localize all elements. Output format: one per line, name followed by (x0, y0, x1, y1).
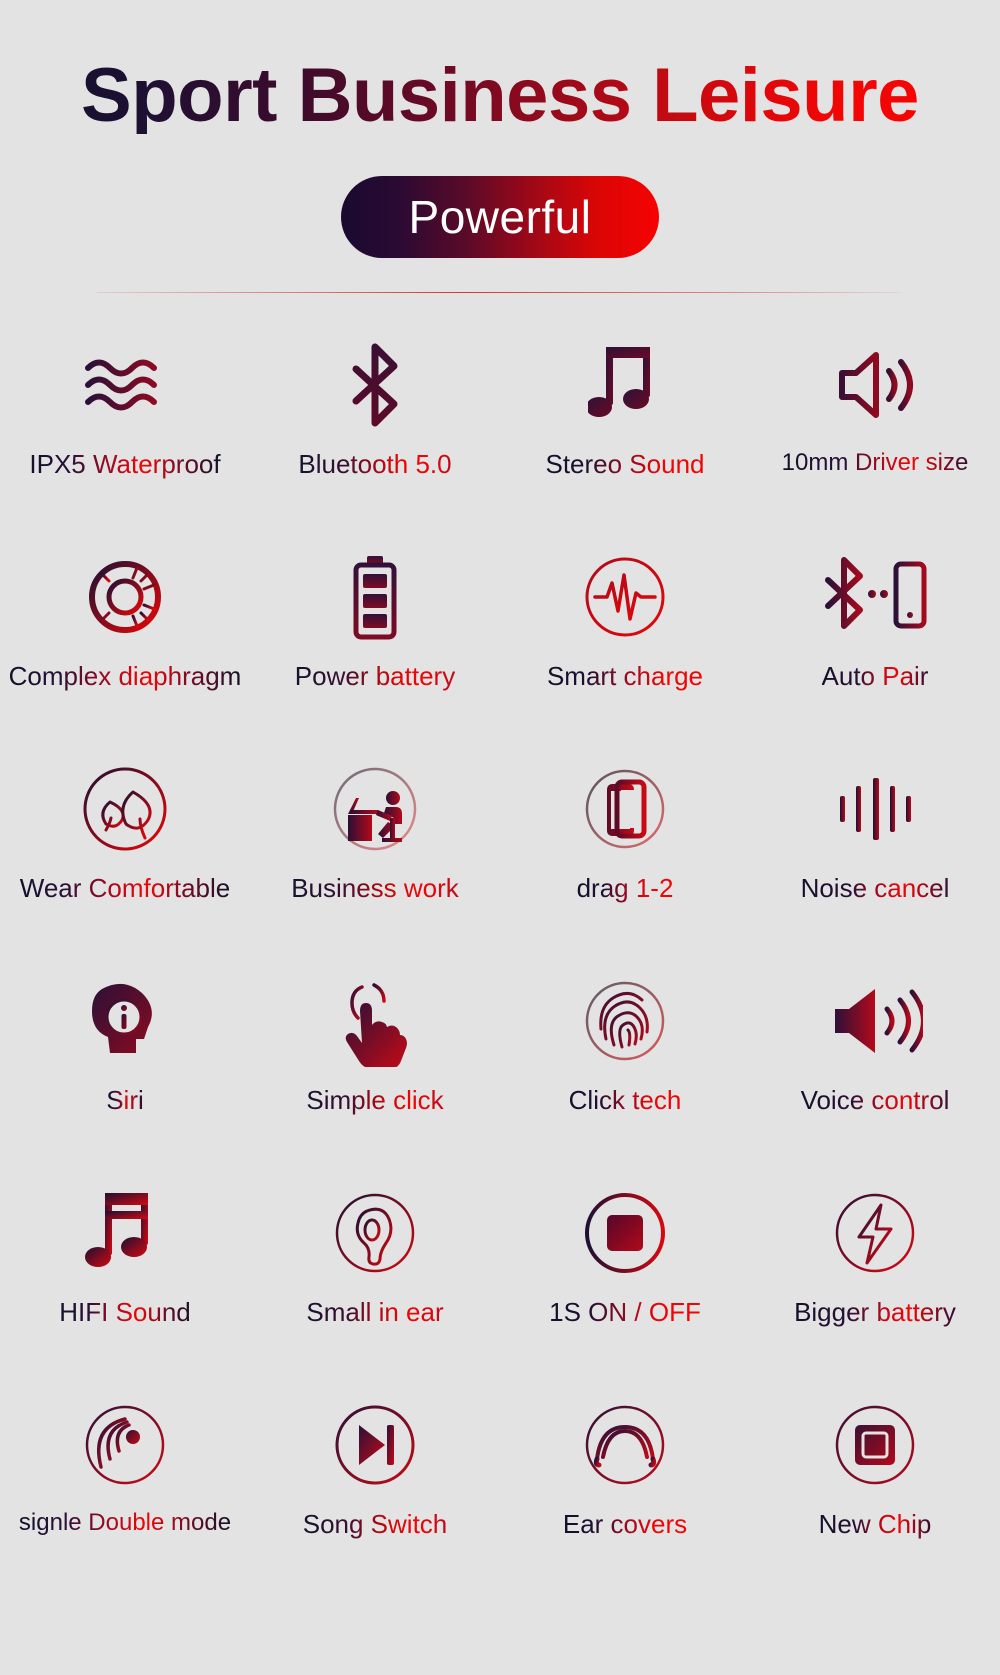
feature-label: Song Switch (302, 1509, 448, 1539)
diaphragm-spiral-icon (82, 545, 168, 649)
pulse-circle-icon (579, 545, 671, 649)
header-divider (97, 292, 903, 293)
feature-item: New Chip (750, 1379, 1000, 1591)
signal-waves-icon (77, 1393, 173, 1497)
feature-item: Power battery (250, 531, 500, 743)
feature-item: Auto Pair (750, 531, 1000, 743)
feature-item: Bigger battery (750, 1167, 1000, 1379)
feature-item: signle Double mode (0, 1379, 250, 1591)
feature-grid: IPX5 Waterproof Bluetooth 5.0 Stereo Sou… (0, 319, 1000, 1591)
feature-label: Ear covers (562, 1509, 688, 1539)
feature-label: Stereo Sound (545, 449, 705, 479)
feature-label: Auto Pair (821, 661, 929, 691)
feature-label: Business work (291, 873, 459, 903)
page-title: Sport Business Leisure (0, 0, 1000, 134)
feature-item: Simple click (250, 955, 500, 1167)
feature-label: Smart charge (546, 661, 704, 691)
feature-label: Simple click (306, 1085, 444, 1115)
fingerprint-icon (577, 969, 673, 1073)
feature-label: Small in ear (306, 1297, 444, 1327)
megaphone-icon (827, 969, 923, 1073)
feature-label: Voice control (800, 1085, 950, 1115)
feature-item: Stereo Sound (500, 319, 750, 531)
battery-icon (347, 545, 403, 649)
sound-bars-icon (832, 757, 918, 861)
feature-label: Noise cancel (800, 873, 950, 903)
bluetooth-phone-icon (820, 545, 930, 649)
feature-item: Siri (0, 955, 250, 1167)
lightning-circle-icon (827, 1181, 923, 1285)
two-phones-icon (576, 757, 674, 861)
feature-item: drag 1-2 (500, 743, 750, 955)
feature-label: 1S ON / OFF (549, 1297, 701, 1327)
feature-item: Ear covers (500, 1379, 750, 1591)
tap-hand-icon (330, 969, 420, 1073)
feature-label: Power battery (294, 661, 456, 691)
powerful-badge: Powerful (341, 176, 659, 258)
feature-label: IPX5 Waterproof (29, 449, 221, 479)
feature-label: Bluetooth 5.0 (298, 449, 452, 479)
feature-label: Complex diaphragm (8, 661, 242, 691)
music-note-icon (588, 333, 662, 437)
feature-item: Small in ear (250, 1167, 500, 1379)
feature-item: Click tech (500, 955, 750, 1167)
feature-label: Click tech (568, 1085, 682, 1115)
feature-item: Noise cancel (750, 743, 1000, 955)
feature-item: Voice control (750, 955, 1000, 1167)
bluetooth-icon (346, 333, 404, 437)
feature-item: Smart charge (500, 531, 750, 743)
leaves-circle-icon (76, 757, 174, 861)
feature-item: Wear Comfortable (0, 743, 250, 955)
headband-icon (577, 1393, 673, 1497)
feature-item: 1S ON / OFF (500, 1167, 750, 1379)
feature-label: Siri (106, 1085, 144, 1115)
head-info-icon (82, 969, 168, 1073)
water-waves-icon (80, 333, 170, 437)
stop-square-icon (577, 1181, 673, 1285)
feature-item: Business work (250, 743, 500, 955)
badge-container: Powerful (0, 176, 1000, 258)
feature-item: 10mm Driver size (750, 319, 1000, 531)
feature-label: HIFI Sound (59, 1297, 191, 1327)
ear-circle-icon (327, 1181, 423, 1285)
feature-label: 10mm Driver size (781, 449, 969, 476)
feature-item: Song Switch (250, 1379, 500, 1591)
feature-label: drag 1-2 (576, 873, 674, 903)
feature-label: signle Double mode (18, 1509, 232, 1536)
feature-item: HIFI Sound (0, 1167, 250, 1379)
speaker-wave-icon (832, 333, 918, 437)
desk-worker-icon (326, 757, 424, 861)
feature-label: Bigger battery (794, 1297, 956, 1327)
feature-item: Complex diaphragm (0, 531, 250, 743)
feature-label: New Chip (818, 1509, 932, 1539)
feature-item: Bluetooth 5.0 (250, 319, 500, 531)
chip-icon (827, 1393, 923, 1497)
next-track-icon (327, 1393, 423, 1497)
feature-item: IPX5 Waterproof (0, 319, 250, 531)
feature-label: Wear Comfortable (19, 873, 231, 903)
beamed-notes-icon (85, 1181, 165, 1285)
infographic-page: Sport Business Leisure Powerful IPX5 Wat… (0, 0, 1000, 1675)
